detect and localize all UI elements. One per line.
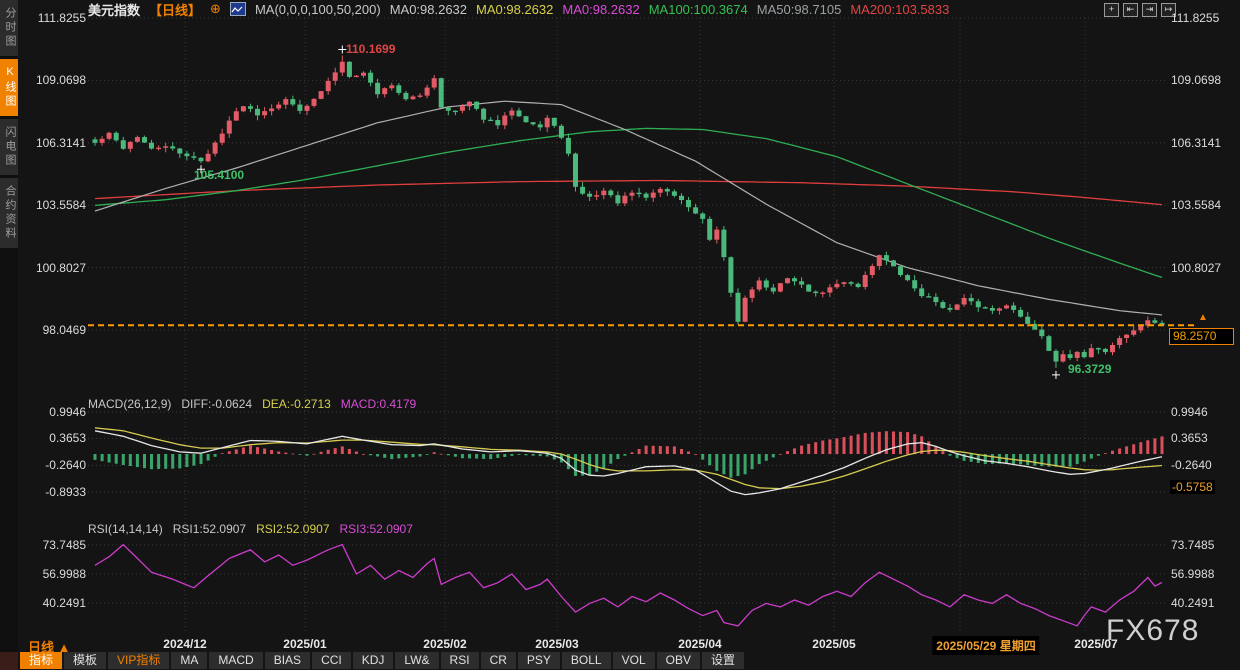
selected-date-badge: 2025/05/29 星期四 xyxy=(932,636,1039,655)
x-axis-label: 2025/04 xyxy=(678,637,721,651)
sidebar-tab-kline-chart[interactable]: K线图 xyxy=(0,59,18,116)
rsi-axis-tick: 56.9988 xyxy=(1171,567,1214,581)
price-axis-tick: 98.0469 xyxy=(20,323,86,337)
tab-vip-indicators[interactable]: VIP指标 xyxy=(108,652,169,669)
last-price-badge: 98.2570 xyxy=(1169,328,1234,345)
macd-hist-value: MACD:0.4179 xyxy=(341,397,416,411)
x-axis-label: 2025/03 xyxy=(535,637,578,651)
tab-cci[interactable]: CCI xyxy=(312,652,351,669)
tab-templates[interactable]: 模板 xyxy=(64,652,106,669)
price-axis-tick: 109.0698 xyxy=(20,73,86,87)
x-axis-label: 2025/02 xyxy=(423,637,466,651)
macd-header: MACD(26,12,9) DIFF:-0.0624 DEA:-0.2713 M… xyxy=(88,397,416,411)
indicator-toolbar: 指标 模板 VIP指标 MA MACD BIAS CCI KDJ LW& RSI… xyxy=(20,652,744,670)
macd-axis-tick: -0.2640 xyxy=(20,458,86,472)
rsi-params: RSI(14,14,14) xyxy=(88,522,163,536)
pan-right-icon[interactable]: ⇥ xyxy=(1142,3,1157,17)
rsi1-value: RSI1:52.0907 xyxy=(173,522,246,536)
candlestick-series xyxy=(93,56,1165,368)
period-tag: 【日线】 xyxy=(149,0,201,19)
ma-lines xyxy=(95,101,1162,315)
macd-axis-tick: 0.3653 xyxy=(1171,431,1208,445)
macd-axis-tick: 0.3653 xyxy=(20,431,86,445)
chart-plot[interactable] xyxy=(0,0,1240,670)
tab-kdj[interactable]: KDJ xyxy=(353,652,394,669)
ma100-value: MA100:100.3674 xyxy=(649,2,748,17)
rsi-axis-tick: 40.2491 xyxy=(20,596,86,610)
macd-current-value-badge: -0.5758 xyxy=(1170,480,1215,494)
tab-lw[interactable]: LW& xyxy=(395,652,438,669)
tab-obv[interactable]: OBV xyxy=(657,652,700,669)
last-price-arrow-icon: ▲ xyxy=(1198,312,1208,323)
ma-params: MA(0,0,0,100,50,200) xyxy=(255,2,381,17)
price-axis-tick: 106.3141 xyxy=(1171,136,1221,150)
chart-mode-sidebar: 分时图 K线图 闪电图 合约资料 xyxy=(0,0,18,670)
sidebar-tab-lightning-chart[interactable]: 闪电图 xyxy=(0,119,18,175)
macd-lines xyxy=(95,428,1162,495)
toolbar-corner-square xyxy=(0,652,18,670)
ma0-value-a: MA0:98.2632 xyxy=(390,2,467,17)
macd-axis-tick: -0.2640 xyxy=(1171,458,1212,472)
price-axis-tick: 111.8255 xyxy=(1171,11,1219,25)
tab-rsi[interactable]: RSI xyxy=(441,652,479,669)
jun-low-price-label: 96.3729 xyxy=(1068,362,1111,376)
dec-low-price-label: 105.4100 xyxy=(194,168,244,182)
rsi2-value: RSI2:52.0907 xyxy=(256,522,329,536)
rsi-axis-tick: 56.9988 xyxy=(20,567,86,581)
time-axis: 日线 ▲ 2024/12 2025/01 2025/02 2025/03 202… xyxy=(0,636,1240,652)
sidebar-tab-contract-info[interactable]: 合约资料 xyxy=(0,178,18,248)
ma0-value-c: MA0:98.2632 xyxy=(562,2,639,17)
tab-psy[interactable]: PSY xyxy=(518,652,560,669)
ma0-value-b: MA0:98.2632 xyxy=(476,2,553,17)
ma200-value: MA200:103.5833 xyxy=(850,2,949,17)
rsi-axis-tick: 73.7485 xyxy=(1171,538,1214,552)
chart-type-icon[interactable] xyxy=(230,2,246,16)
fx678-watermark: FX678 xyxy=(1106,614,1199,648)
rsi-axis-tick: 40.2491 xyxy=(1171,596,1214,610)
tab-cr[interactable]: CR xyxy=(481,652,516,669)
macd-dea-value: DEA:-0.2713 xyxy=(262,397,331,411)
tab-macd[interactable]: MACD xyxy=(209,652,262,669)
pan-left-icon[interactable]: ⇤ xyxy=(1123,3,1138,17)
macd-diff-value: DIFF:-0.0624 xyxy=(181,397,252,411)
price-axis-tick: 100.8027 xyxy=(20,261,86,275)
tab-settings[interactable]: 设置 xyxy=(702,652,744,669)
add-indicator-icon[interactable]: ⊕ xyxy=(210,1,221,17)
tab-vol[interactable]: VOL xyxy=(613,652,655,669)
extreme-markers xyxy=(197,45,1060,378)
tab-boll[interactable]: BOLL xyxy=(562,652,611,669)
rsi-line xyxy=(95,545,1162,626)
price-axis-tick: 109.0698 xyxy=(1171,73,1221,87)
high-price-label: 110.1699 xyxy=(346,42,395,56)
macd-axis-tick: -0.8933 xyxy=(20,485,86,499)
price-axis-tick: 100.8027 xyxy=(1171,261,1221,275)
tab-ma[interactable]: MA xyxy=(171,652,207,669)
tab-bias[interactable]: BIAS xyxy=(265,652,310,669)
price-axis-tick: 106.3141 xyxy=(20,136,86,150)
rsi-axis-tick: 73.7485 xyxy=(20,538,86,552)
x-axis-label: 2025/01 xyxy=(283,637,326,651)
sidebar-tab-time-chart[interactable]: 分时图 xyxy=(0,0,18,56)
move-chart-icon[interactable]: + xyxy=(1104,3,1119,17)
macd-axis-tick: 0.9946 xyxy=(1171,405,1208,419)
price-axis-tick: 103.5584 xyxy=(20,198,86,212)
macd-axis-tick: 0.9946 xyxy=(20,405,86,419)
chart-header: 美元指数 【日线】 ⊕ MA(0,0,0,100,50,200) MA0:98.… xyxy=(88,1,949,17)
tab-indicators[interactable]: 指标 xyxy=(20,652,62,669)
trading-app-window: 美元指数 【日线】 ⊕ MA(0,0,0,100,50,200) MA0:98.… xyxy=(0,0,1240,670)
ma50-value: MA50:98.7105 xyxy=(757,2,842,17)
price-axis-tick: 111.8255 xyxy=(20,11,86,25)
macd-params: MACD(26,12,9) xyxy=(88,397,171,411)
chart-nav-buttons: + ⇤ ⇥ ↦ xyxy=(1104,3,1176,17)
rsi-header: RSI(14,14,14) RSI1:52.0907 RSI2:52.0907 … xyxy=(88,522,413,536)
symbol-name: 美元指数 xyxy=(88,0,140,19)
rsi3-value: RSI3:52.0907 xyxy=(340,522,413,536)
price-axis-tick: 103.5584 xyxy=(1171,198,1221,212)
x-axis-label: 2025/05 xyxy=(812,637,855,651)
x-axis-label: 2024/12 xyxy=(163,637,206,651)
